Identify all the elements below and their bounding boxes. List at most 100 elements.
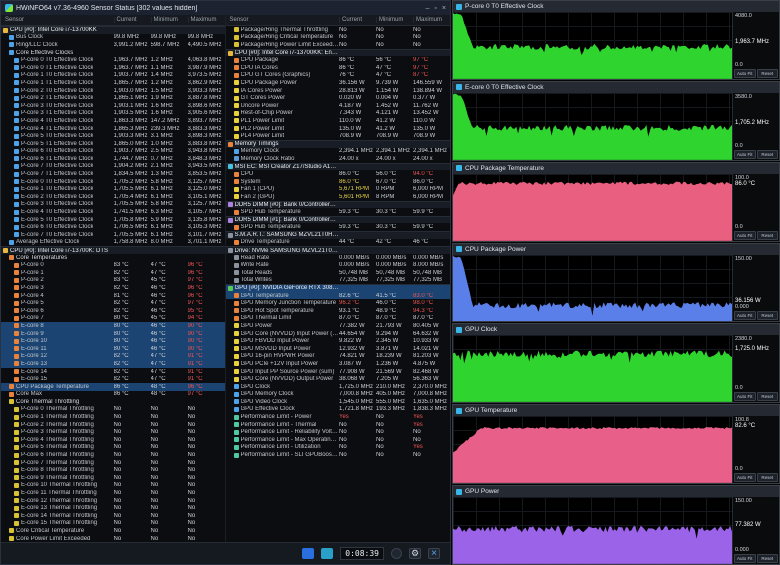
sensor-row[interactable]: P-core 4 Thermal Throttling No No No xyxy=(1,436,225,444)
sensor-row[interactable]: Performance Limit - SLI GPUBoost Sync No N… xyxy=(226,451,451,459)
sensor-row[interactable]: GPU Input PP Source Power (sum) 77.908 W 2… xyxy=(226,368,451,376)
sensor-row[interactable]: E-core 3 T0 Effective Clock 1,705.5 MHz 5.… xyxy=(1,201,225,209)
graph-window-titlebar[interactable]: CPU Package Power xyxy=(453,243,779,255)
sensor-section-row[interactable]: GPU [#0]: NVIDIA GeForce RTX 3080 Ti Lap… xyxy=(225,284,450,292)
sensor-row[interactable]: GPU Hot Spot Temperature 93.1 °C 48.9 °C 94… xyxy=(226,307,451,315)
sensor-row[interactable]: GPU Core (NVVDD) Output Power 38.068 W 7.2… xyxy=(226,375,451,383)
sensor-row[interactable]: Read Rate 0.000 MB/s 0.000 MB/s 0.000 MB/s xyxy=(226,254,451,262)
sensor-row[interactable]: GPU FBVDD Input Power 9.822 W 2.345 W 10.93… xyxy=(226,337,451,345)
sensor-row[interactable]: E-core 12 Thermal Throttling No No No xyxy=(1,497,225,505)
sensor-row[interactable]: Uncore Power 4.187 W 1.452 W 11.762 W xyxy=(226,102,451,110)
sensor-row[interactable]: P-core 5 T1 Effective Clock 1,865.0 MHz 1.… xyxy=(1,140,225,148)
sensor-row[interactable]: GPU 16-pin HVPWR Power 74.821 W 18.239 W 81… xyxy=(226,353,451,361)
sensor-row[interactable]: E-core 10 80 °C 46 °C 90 °C xyxy=(1,337,225,345)
sensor-row[interactable]: P-core 7 T0 Effective Clock 1,904.2 MHz 2.… xyxy=(1,163,225,171)
reset-button[interactable]: Reset xyxy=(756,473,778,483)
sensor-row[interactable]: Core Max 86 °C 48 °C 97 °C xyxy=(1,391,225,399)
sensor-row[interactable]: E-core 9 80 °C 46 °C 90 °C xyxy=(1,329,225,338)
graph-window-titlebar[interactable]: E-core 0 T0 Effective Clock xyxy=(453,81,779,93)
reset-button[interactable]: Reset xyxy=(756,311,778,321)
sensor-row[interactable]: P-core 0 T1 Effective Clock 1,963.7 MHz 1.… xyxy=(1,64,225,72)
sensor-row[interactable]: E-core 4 T0 Effective Clock 1,741.5 MHz 6.… xyxy=(1,208,225,216)
sensor-row[interactable]: E-core 9 Thermal Throttling No No No xyxy=(1,474,225,482)
sensor-row[interactable]: E-core 14 Thermal Throttling No No No xyxy=(1,512,225,520)
sensor-row[interactable]: E-core 1 T0 Effective Clock 1,705.5 MHz 6.… xyxy=(1,185,225,193)
sensor-row[interactable]: E-core 11 Thermal Throttling No No No xyxy=(1,489,225,497)
col-maximum[interactable]: Maximum xyxy=(187,17,225,23)
sensor-row[interactable]: GPU MSVDD Input Power 12.932 W 3.871 W 14.0… xyxy=(226,345,451,353)
col-maximum[interactable]: Maximum xyxy=(413,17,450,23)
sensor-row[interactable]: P-core 0 Thermal Throttling No No No xyxy=(1,406,225,414)
col-current[interactable]: Current xyxy=(113,17,151,23)
sensor-row[interactable]: E-core 8 80 °C 46 °C 90 °C xyxy=(1,322,225,330)
col-sensor[interactable]: Sensor xyxy=(226,17,340,23)
col-sensor[interactable]: Sensor xyxy=(1,17,114,23)
sensor-section-row[interactable]: CPU [#0]: Intel Core i7-13700K: DTS xyxy=(1,246,225,254)
sensor-row[interactable]: E-core 2 T0 Effective Clock 1,705.4 MHz 6.… xyxy=(1,193,225,201)
sensor-row[interactable]: CPU Package Power 36.156 W 9.739 W 146.559 … xyxy=(226,79,451,87)
sensor-row[interactable]: E-core 10 Thermal Throttling No No No xyxy=(1,482,225,490)
sensor-row[interactable]: CPU Package Temperature 86 °C 48 °C 96 °C xyxy=(1,382,225,391)
sensor-row[interactable]: Ring/LLC Clock 3,991.2 MHz 598.7 MHz 4,490.… xyxy=(1,41,225,49)
graph-button[interactable] xyxy=(302,548,315,559)
sensor-row[interactable]: Performance Limit - Thermal No No Yes xyxy=(226,421,451,429)
auto-fit-toggle[interactable]: Auto Fit xyxy=(734,473,756,483)
sensor-row[interactable]: GPU Memory Clock 7,000.8 MHz 405.0 MHz 7,00… xyxy=(226,391,451,399)
sensor-row[interactable]: E-core 11 80 °C 46 °C 90 °C xyxy=(1,344,225,353)
sensor-row[interactable]: E-core 6 T0 Effective Clock 1,706.5 MHz 6.… xyxy=(1,223,225,231)
sensor-row[interactable]: Memory Clock 2,394.1 MHz 2,394.1 MHz 2,394.… xyxy=(226,148,451,156)
settings-button[interactable]: ⚙ xyxy=(409,548,421,559)
auto-fit-toggle[interactable]: Auto Fit xyxy=(734,392,756,402)
sensor-section-row[interactable]: MSI EC: MSI Creator Z17/Studio A17/HGT xyxy=(225,162,450,171)
sensor-row[interactable]: P-core 6 Thermal Throttling No No No xyxy=(1,451,225,459)
sensor-row[interactable]: Fan 1 (CPU) 5,671 RPM 0 RPM 6,000 RPM xyxy=(226,185,451,193)
sensor-row[interactable]: Performance Limit - Reliability Voltage N… xyxy=(226,428,451,436)
sensor-row[interactable]: P-core 2 T1 Effective Clock 1,865.1 MHz 1.… xyxy=(1,94,225,102)
sensor-row[interactable]: P-core 0 83 °C 47 °C 96 °C xyxy=(1,261,225,269)
sensor-row[interactable]: P-core 3 Thermal Throttling No No No xyxy=(1,428,225,436)
sensor-row[interactable]: P-core 4 T0 Effective Clock 1,863.3 MHz 14… xyxy=(1,117,225,125)
sensor-row[interactable]: Core Power Limit Exceeded No No No xyxy=(1,535,225,542)
sensor-row[interactable]: GPU Thermal Limit 87.0 °C 87.0 °C 87.0 °C xyxy=(226,315,451,323)
sensor-row[interactable]: E-core 13 82 °C 47 °C 91 °C xyxy=(1,360,225,368)
sensor-row[interactable]: E-core 8 Thermal Throttling No No No xyxy=(1,466,225,474)
sensor-row[interactable]: P-core 4 T1 Effective Clock 1,865.3 MHz 23… xyxy=(1,125,225,133)
sensor-row[interactable]: P-core 7 80 °C 45 °C 94 °C xyxy=(1,315,225,323)
sensor-row[interactable]: Total Reads 50,748 MB 50,748 MB 50,748 MB xyxy=(226,269,451,277)
sensor-row[interactable]: E-core 12 82 °C 47 °C 91 °C xyxy=(1,352,225,361)
sensor-row[interactable]: GPU Temperature 82.6 °C 41.5 °C 83.0 °C xyxy=(225,291,450,300)
sensor-row[interactable]: P-core 7 T1 Effective Clock 1,834.5 MHz 1.… xyxy=(1,170,225,178)
sensor-row[interactable]: SPD Hub Temperature 59.3 °C 30.3 °C 59.9 °C xyxy=(226,223,451,231)
sensor-row[interactable]: Fan 2 (GPU) 5,601 RPM 8 RPM 6,000 RPM xyxy=(226,193,451,201)
sensor-row[interactable]: CPU 86.0 °C 56.0 °C 94.0 °C xyxy=(226,170,451,178)
reset-button[interactable]: Reset xyxy=(756,392,778,402)
sensor-row[interactable]: Package/Ring Power Limit Exceeded No No No xyxy=(226,41,451,49)
auto-fit-toggle[interactable]: Auto Fit xyxy=(734,554,756,564)
graph-window-titlebar[interactable]: GPU Temperature xyxy=(453,405,779,417)
graph-window-titlebar[interactable]: GPU Clock xyxy=(453,324,779,336)
sensor-section-row[interactable]: Drive: NVMe SAMSUNG MZVL21T0HCLR-00BL7 xyxy=(225,246,450,254)
minimize-button[interactable]: – xyxy=(426,5,430,12)
sensor-row[interactable]: P-core 2 83 °C 45 °C 97 °C xyxy=(1,277,225,285)
reset-button[interactable]: Reset xyxy=(756,149,778,159)
close-sensors-button[interactable]: × xyxy=(428,548,440,559)
clock-reset-button[interactable] xyxy=(391,548,402,559)
sensor-row[interactable]: IA Cores Power 28.813 W 1.154 W 138.894 W xyxy=(226,87,451,95)
sensor-row[interactable]: Core Thermal Throttling xyxy=(1,398,225,406)
sensor-row[interactable]: P-core 5 T0 Effective Clock 1,903.3 MHz 3.… xyxy=(1,132,225,140)
sensor-row[interactable]: Average Effective Clock 1,758.8 MHz 8.0 MH… xyxy=(1,239,225,247)
sensor-section-row[interactable]: Memory Timings xyxy=(225,139,450,148)
sensor-row[interactable]: GPU Effective Clock 1,721.8 MHz 193.3 MHz 1… xyxy=(226,406,451,414)
sensor-row[interactable]: CPU Package 86 °C 56 °C 97 °C xyxy=(226,56,451,64)
sensor-row[interactable]: E-core 14 82 °C 47 °C 91 °C xyxy=(1,368,225,376)
sensor-row[interactable]: P-core 5 82 °C 47 °C 97 °C xyxy=(1,299,225,307)
sensor-row[interactable]: Package/Ring Thermal Throttling No No No xyxy=(226,26,451,34)
sensor-row[interactable]: E-core 15 82 °C 47 °C 91 °C xyxy=(1,375,225,383)
sensor-row[interactable]: P-core 1 Thermal Throttling No No No xyxy=(1,413,225,421)
sensor-row[interactable]: CPU GT Cores (Graphics) 76 °C 47 °C 87 °C xyxy=(226,72,451,80)
sensor-row[interactable]: Rest-of-Chip Power 7.343 W 4.121 W 13.452 W xyxy=(226,110,451,118)
sensor-row[interactable]: Total Writes 77,325 MB 77,325 MB 77,325 MB xyxy=(226,277,451,285)
sensor-section-row[interactable]: DDR5 DIMM [#0]: Bank 0/Controller0-Chann… xyxy=(225,200,450,209)
sensor-row[interactable]: P-core 6 T1 Effective Clock 1,744.7 MHz 0.… xyxy=(1,155,225,163)
sensor-row[interactable]: P-core 7 Thermal Throttling No No No xyxy=(1,459,225,467)
